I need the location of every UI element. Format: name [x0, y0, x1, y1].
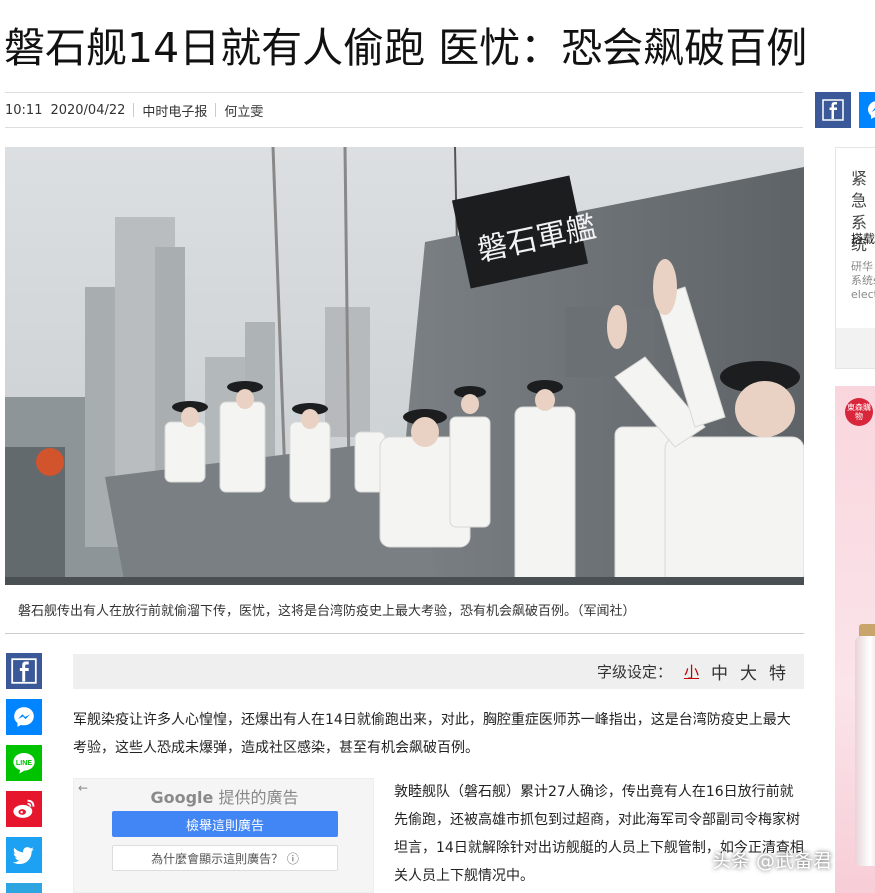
article-paragraph: 敦睦舰队（磐石舰）累计27人确诊，传出竟有人在16日放行前就先偷跑，还被高雄市抓…	[394, 784, 804, 884]
watermark-text: 头条 @武备君	[712, 850, 833, 872]
news-source: 中时电子报	[142, 104, 208, 120]
navy-ship-photo: 磐石軍艦	[5, 147, 804, 585]
font-size-label: 字级设定：	[596, 663, 672, 681]
article-paragraph: 军舰染疫让许多人心惶惶，还爆出有人在14日就偷跑出来，对此，胸腔重症医师苏一峰指…	[73, 712, 791, 756]
photo-caption: 磐石舰传出有人在放行前就偷溜下传，医忧，这将是台湾防疫史上最大考验，恐有机会飙破…	[18, 604, 636, 619]
facebook-icon	[822, 99, 844, 121]
font-size-xlarge-option[interactable]: 特	[769, 659, 786, 684]
ad-provider-text: Google 提供的廣告	[74, 784, 375, 808]
product-image	[855, 636, 875, 866]
share-bar-side: LINE	[6, 653, 42, 893]
sidebar-card-subtitle: 搭载	[851, 232, 875, 246]
publish-date: 2020/04/22	[50, 102, 126, 118]
font-size-setting-bar: 字级设定： 小 中 大 特	[73, 654, 804, 689]
messenger-share-button[interactable]	[6, 699, 42, 735]
sidebar-card-footer	[836, 328, 875, 368]
facebook-share-button[interactable]	[6, 653, 42, 689]
sidebar-ad-banner[interactable]: 東森購物	[835, 386, 875, 893]
article-headline: 磐石舰14日就有人偷跑 医忧：恐会飙破百例	[4, 24, 808, 72]
facebook-icon	[11, 658, 37, 684]
author-link[interactable]: 何立雯	[224, 101, 271, 120]
article-photo: 磐石軍艦	[5, 147, 804, 585]
messenger-icon	[14, 707, 34, 727]
article-meta: 10:11 2020/04/22 中时电子报 何立雯	[5, 92, 803, 128]
divider	[5, 633, 804, 634]
line-icon: LINE	[13, 752, 35, 774]
telegram-share-button[interactable]	[6, 883, 42, 893]
google-logo-text: Google	[150, 788, 214, 807]
sidebar-card-desc: 研华系统select	[851, 260, 875, 301]
twitter-icon	[12, 847, 34, 865]
line-share-button[interactable]: LINE	[6, 745, 42, 781]
publish-time: 10:11	[5, 102, 43, 118]
why-this-ad-button[interactable]: 為什麼會顯示這則廣告？ ⓘ	[112, 845, 338, 871]
twitter-share-button[interactable]	[6, 837, 42, 873]
report-ad-button[interactable]: 檢舉這則廣告	[112, 811, 338, 837]
google-ad-panel: ← Google 提供的廣告 檢舉這則廣告 為什麼會顯示這則廣告？ ⓘ	[73, 778, 374, 893]
divider	[215, 103, 217, 117]
svg-text:LINE: LINE	[16, 759, 32, 767]
font-size-medium-option[interactable]: 中	[711, 659, 728, 684]
weibo-share-button[interactable]	[6, 791, 42, 827]
weibo-icon	[13, 799, 35, 818]
divider	[133, 103, 135, 117]
share-bar-top	[815, 92, 875, 128]
font-size-small-option[interactable]: 小	[684, 661, 699, 682]
facebook-share-button[interactable]	[815, 92, 851, 128]
ad-brand-badge: 東森購物	[845, 398, 873, 426]
ad-provided-label: 提供的廣告	[218, 788, 299, 807]
font-size-large-option[interactable]: 大	[740, 659, 757, 684]
messenger-icon	[868, 101, 875, 119]
sidebar-card[interactable]: 紧急系统 搭载 研华系统select	[835, 147, 875, 369]
messenger-share-button[interactable]	[859, 92, 875, 128]
